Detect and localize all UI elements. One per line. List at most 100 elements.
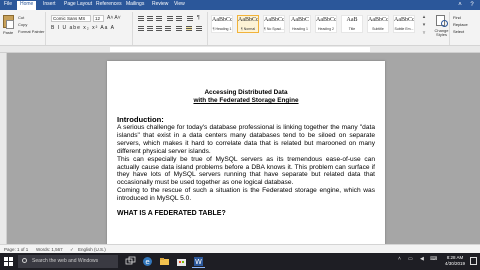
network-icon[interactable]: ▭: [408, 256, 413, 262]
document-workspace: Accessing Distributed Data with the Fede…: [7, 53, 480, 244]
align-left-icon[interactable]: [138, 26, 144, 31]
word-count[interactable]: Words: 1,567: [36, 247, 63, 252]
paragraph-group: ¶: [134, 12, 208, 45]
line-spacing-icon[interactable]: [176, 26, 182, 31]
task-view-icon[interactable]: [124, 255, 137, 268]
font-format-buttons[interactable]: B I U abe x₂ x² Aa A: [51, 25, 115, 31]
search-icon: [22, 258, 27, 263]
format-painter-button[interactable]: Format Painter: [18, 29, 44, 34]
keyboard-icon[interactable]: ⌨: [430, 256, 437, 262]
tab-home[interactable]: Home: [17, 1, 37, 10]
gallery-up-icon[interactable]: ▴: [421, 14, 427, 20]
tray-overflow-icon[interactable]: ˄: [398, 256, 401, 262]
borders-icon[interactable]: [196, 26, 202, 31]
align-center-icon[interactable]: [147, 26, 153, 31]
style-tile[interactable]: AaBbCcDc ¶ No Spaci...: [263, 15, 285, 33]
document-title: Accessing Distributed Data: [204, 89, 288, 96]
font-name-select[interactable]: Comic Sans MS: [51, 15, 91, 22]
font-size-select[interactable]: 12: [93, 15, 104, 22]
tab-view[interactable]: View: [174, 1, 185, 7]
change-styles-icon[interactable]: [436, 15, 448, 27]
search-placeholder: Search the web and Windows: [32, 258, 99, 264]
sort-icon[interactable]: [187, 16, 193, 21]
bullets-icon[interactable]: [138, 16, 144, 21]
style-tile[interactable]: AaBbC Heading 1: [289, 15, 311, 33]
shading-icon[interactable]: [186, 26, 192, 31]
tab-page-layout[interactable]: Page Layout: [64, 1, 92, 7]
intro-heading: Introduction:: [117, 115, 164, 124]
style-name: Title: [348, 27, 356, 31]
style-name: Subtle Em...: [394, 27, 414, 31]
status-bar: Page: 1 of 1 Words: 1,567 ✓ English (U.S…: [0, 244, 480, 253]
show-formatting-icon[interactable]: ¶: [197, 15, 200, 21]
tab-references[interactable]: References: [96, 1, 122, 7]
style-tile[interactable]: AaBbCcDc Subtle Em...: [393, 15, 415, 33]
paragraph-3: Coming to the rescue of such a situation…: [117, 187, 375, 203]
word-app-icon[interactable]: W: [192, 255, 205, 268]
windows-start-icon[interactable]: [4, 257, 13, 266]
select-button[interactable]: Select: [453, 29, 464, 34]
styles-group: AaBbCcI¶ Heading 1AaBbCcDc¶ NormalAaBbCc…: [209, 12, 431, 45]
numbering-icon[interactable]: [147, 16, 153, 21]
tab-insert[interactable]: Insert: [43, 1, 56, 7]
horizontal-ruler[interactable]: [0, 46, 480, 53]
style-tile[interactable]: AaBbCcI ¶ Heading 1: [211, 15, 233, 33]
help-icon[interactable]: ?: [466, 0, 478, 10]
style-preview: AaBbC: [291, 17, 309, 23]
document-body[interactable]: Accessing Distributed Data with the Fede…: [117, 89, 375, 218]
align-right-icon[interactable]: [156, 26, 162, 31]
taskbar-search-input[interactable]: Search the web and Windows: [18, 255, 118, 268]
style-name: Heading 2: [318, 27, 334, 31]
ruler-text-area: [110, 47, 370, 52]
paste-icon[interactable]: [3, 15, 14, 29]
change-styles-button[interactable]: Change Styles: [433, 29, 450, 37]
tab-review[interactable]: Review: [152, 1, 168, 7]
style-tile[interactable]: AaBbCc. Subtitle: [367, 15, 389, 33]
style-preview: AaBbCcDc: [394, 17, 414, 23]
multilevel-list-icon[interactable]: [156, 16, 162, 21]
cut-button[interactable]: Cut: [18, 15, 24, 20]
decrease-indent-icon[interactable]: [167, 16, 173, 21]
font-group: Comic Sans MS 12 A˄ A˅ B I U abe x₂ x² A…: [47, 12, 133, 45]
document-subtitle: with the Federated Storage Engine: [193, 97, 299, 104]
edge-browser-icon[interactable]: e: [141, 255, 154, 268]
system-clock[interactable]: 8:28 AM 4/30/2019: [442, 255, 468, 267]
copy-button[interactable]: Copy: [18, 22, 27, 27]
language-indicator[interactable]: English (U.S.): [78, 247, 106, 252]
tab-mailings[interactable]: Mailings: [126, 1, 144, 7]
justify-icon[interactable]: [165, 26, 171, 31]
replace-button[interactable]: Replace: [453, 22, 468, 27]
paste-button[interactable]: Paste: [3, 30, 13, 35]
vertical-ruler[interactable]: [0, 53, 7, 244]
ribbon-home: Paste Cut Copy Format Painter Comic Sans…: [0, 10, 480, 46]
style-tile[interactable]: AaB Title: [341, 15, 363, 33]
grow-font-icon[interactable]: A˄ A˅: [107, 15, 121, 21]
ribbon-tab-strip: File Home Insert Page Layout References …: [0, 0, 480, 10]
increase-indent-icon[interactable]: [176, 16, 182, 21]
find-button[interactable]: Find: [453, 15, 461, 20]
style-name: Heading 1: [292, 27, 308, 31]
style-preview: AaBbCcI: [212, 17, 232, 23]
style-preview: AaBbCc: [316, 17, 336, 23]
style-name: ¶ Heading 1: [212, 27, 232, 31]
page-count[interactable]: Page: 1 of 1: [4, 247, 28, 252]
style-name: Subtitle: [372, 27, 384, 31]
gallery-down-icon[interactable]: ▾: [421, 22, 427, 28]
document-page[interactable]: Accessing Distributed Data with the Fede…: [107, 61, 385, 244]
editing-group: Find Replace Select: [451, 12, 480, 45]
svg-text:W: W: [195, 258, 202, 266]
tab-file[interactable]: File: [4, 1, 12, 7]
next-section-heading: WHAT IS A FEDERATED TABLE?: [117, 210, 226, 218]
file-explorer-icon[interactable]: [158, 255, 171, 268]
style-preview: AaBbCcDc: [238, 17, 258, 23]
style-tile[interactable]: AaBbCcDc ¶ Normal: [237, 15, 259, 33]
style-tile[interactable]: AaBbCc Heading 2: [315, 15, 337, 33]
store-icon[interactable]: [175, 255, 188, 268]
notification-icon[interactable]: [470, 257, 477, 265]
clipboard-group: Paste Cut Copy Format Painter: [0, 12, 46, 45]
gallery-more-icon[interactable]: ▿: [421, 30, 427, 36]
paragraph-1: A serious challenge for today's database…: [117, 124, 375, 155]
volume-icon[interactable]: ◀: [420, 256, 424, 262]
minimize-ribbon-icon[interactable]: ˄: [454, 0, 466, 10]
style-preview: AaBbCc.: [368, 17, 388, 23]
